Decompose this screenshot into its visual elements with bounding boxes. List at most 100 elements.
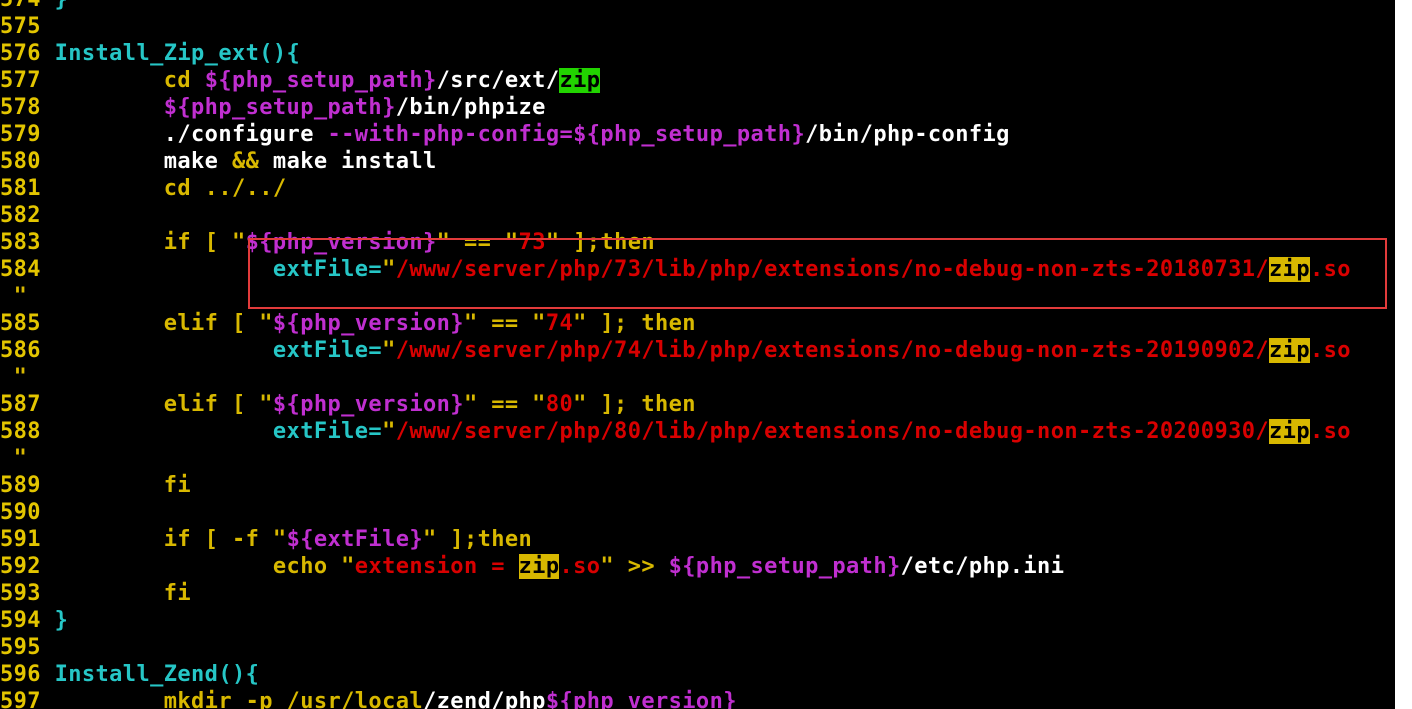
line-number: 582 (0, 203, 41, 228)
code-token: .so (559, 554, 601, 579)
code-line[interactable]: " (0, 364, 1351, 391)
code-token: if [ -f " (40, 527, 287, 552)
line-number: 585 (0, 311, 41, 336)
code-line[interactable]: 578 ${php_setup_path}/bin/phpize (0, 94, 1351, 121)
code-token: ./configure (40, 122, 328, 147)
code-token: /src/ext/ (436, 68, 560, 93)
line-number: 575 (0, 14, 41, 39)
line-number: 589 (0, 473, 41, 498)
code-token: echo " (40, 554, 355, 579)
code-token: " == " (436, 230, 519, 255)
code-token: --with-php-config= (327, 122, 574, 147)
search-match: zip (1269, 257, 1310, 282)
code-token: " ];then (423, 527, 533, 552)
search-match: zip (1269, 419, 1310, 444)
code-token: " ];then (545, 230, 656, 255)
code-line[interactable]: 591 if [ -f "${extFile}" ];then (0, 526, 1351, 553)
code-line[interactable]: 580 make && make install (0, 148, 1351, 175)
line-number: 577 (0, 68, 41, 93)
line-number: 597 (0, 689, 41, 709)
code-line[interactable]: 587 elif [ "${php_version}" == "80" ]; t… (0, 391, 1351, 418)
code-token: ${php_setup_path} (204, 68, 437, 93)
line-number: 584 (0, 257, 41, 282)
line-number: 596 (0, 662, 41, 687)
code-line[interactable]: " (0, 445, 1351, 472)
code-token: ${php_setup_path} (163, 95, 396, 120)
code-line[interactable]: 576 Install_Zip_ext(){ (0, 40, 1351, 67)
code-token: 80 (545, 392, 574, 417)
code-token: " == " (463, 311, 546, 336)
code-token: .so (1309, 419, 1351, 444)
code-line[interactable]: 597 mkdir -p /usr/local/zend/php${php_ve… (0, 688, 1351, 709)
code-line[interactable]: 594 } (0, 607, 1351, 634)
code-token: make (40, 149, 232, 174)
line-number: 578 (0, 95, 41, 120)
line-number: 576 (0, 41, 41, 66)
code-line[interactable]: 581 cd ../../ (0, 175, 1351, 202)
code-line[interactable]: 583 if [ "${php_version}" == "73" ];then (0, 229, 1351, 256)
code-token: elif [ " (40, 392, 273, 417)
code-token: ${php_version} (245, 230, 437, 255)
code-token: /bin/php-config (805, 122, 1010, 147)
search-match: zip (559, 68, 601, 93)
code-token: Install_Zend(){ (40, 662, 260, 687)
code-line[interactable]: " (0, 283, 1351, 310)
code-token: extension = (354, 554, 519, 579)
code-token: " (382, 338, 396, 363)
search-match: zip (518, 554, 560, 579)
code-token: extFile= (40, 257, 383, 282)
code-token: /etc/php.ini (900, 554, 1065, 579)
code-token: extFile= (40, 419, 383, 444)
line-number: 580 (0, 149, 41, 174)
code-token: /bin/phpize (395, 95, 546, 120)
code-line[interactable]: 579 ./configure --with-php-config=${php_… (0, 121, 1351, 148)
line-number: 588 (0, 419, 41, 444)
line-number: 579 (0, 122, 41, 147)
line-number: 586 (0, 338, 41, 363)
code-line[interactable]: 577 cd ${php_setup_path}/src/ext/zip (0, 67, 1351, 94)
code-token: mkdir -p /usr/ (40, 689, 355, 709)
code-token: 74 (545, 311, 574, 336)
code-line[interactable]: 596 Install_Zend(){ (0, 661, 1351, 688)
code-line[interactable]: 590 (0, 499, 1351, 526)
code-token: " ]; then (573, 392, 696, 417)
code-line[interactable]: 582 (0, 202, 1351, 229)
code-token: } (41, 0, 68, 12)
search-match: zip (1269, 338, 1310, 363)
code-line[interactable]: 588 extFile="/www/server/php/80/lib/php/… (0, 418, 1351, 445)
code-token: make install (259, 149, 437, 174)
code-token: " ]; then (573, 311, 696, 336)
code-line[interactable]: 574 } (0, 0, 1351, 13)
line-number: 583 (0, 230, 41, 255)
line-number: 591 (0, 527, 41, 552)
code-token: extFile= (40, 338, 383, 363)
code-line[interactable]: 592 echo "extension = zip.so" >> ${php_s… (0, 553, 1351, 580)
line-number: 574 (0, 0, 41, 12)
code-token: fi (40, 581, 192, 606)
code-token: } (40, 608, 69, 633)
code-token: .so (1309, 257, 1351, 282)
code-line[interactable]: 595 (0, 634, 1351, 661)
code-line[interactable]: 584 extFile="/www/server/php/73/lib/php/… (0, 256, 1351, 283)
code-line[interactable]: 575 (0, 13, 1351, 40)
code-token: /zend/php (423, 689, 546, 709)
code-line[interactable]: 593 fi (0, 580, 1351, 607)
code-token: cd (40, 68, 205, 93)
line-number: 587 (0, 392, 41, 417)
code-token: " (382, 257, 396, 282)
code-token: && (231, 149, 260, 174)
code-token: cd ../../ (40, 176, 287, 201)
code-token: ${php_version} (272, 392, 464, 417)
code-token: 73 (518, 230, 546, 255)
code-token: /www/server/php/73/lib/php/extensions/no… (395, 257, 1270, 282)
line-number: 592 (0, 554, 41, 579)
code-token: elif [ " (40, 311, 273, 336)
code-token: " (0, 365, 28, 390)
code-line[interactable]: 586 extFile="/www/server/php/74/lib/php/… (0, 337, 1351, 364)
terminal-editor[interactable]: 574 }575576 Install_Zip_ext(){577 cd ${p… (0, 0, 1395, 709)
code-token: /www/server/php/80/lib/php/extensions/no… (395, 419, 1270, 444)
code-line[interactable]: 585 elif [ "${php_version}" == "74" ]; t… (0, 310, 1351, 337)
code-token: local (354, 689, 424, 709)
code-line[interactable]: 589 fi (0, 472, 1351, 499)
